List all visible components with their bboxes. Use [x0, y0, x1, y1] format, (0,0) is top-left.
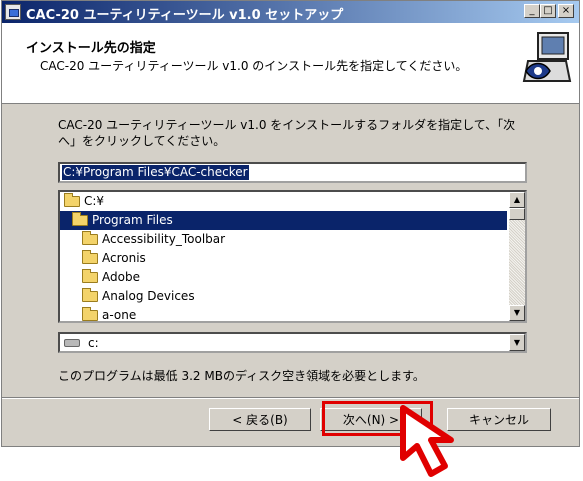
drive-icon: [64, 339, 80, 347]
title-bar[interactable]: CAC-20 ユーティリティーツール v1.0 セットアップ _ □ ×: [2, 1, 579, 23]
folder-icon: [82, 269, 98, 283]
scroll-track[interactable]: [509, 220, 525, 305]
setup-window: CAC-20 ユーティリティーツール v1.0 セットアップ _ □ × インス…: [1, 0, 580, 447]
pointer-arrow-icon: [400, 405, 454, 477]
wizard-header: インストール先の指定 CAC-20 ユーティリティーツール v1.0 のインスト…: [2, 23, 579, 104]
installer-computer-icon: [522, 32, 572, 82]
minimize-button[interactable]: _: [524, 4, 540, 18]
scroll-down-arrow-icon[interactable]: ▼: [509, 305, 525, 321]
scroll-up-arrow-icon[interactable]: ▲: [509, 192, 525, 208]
install-path-value: C:¥Program Files¥CAC-checker: [62, 165, 249, 180]
page-title: インストール先の指定: [26, 41, 156, 56]
folder-open-icon: [64, 193, 80, 207]
install-path-input[interactable]: C:¥Program Files¥CAC-checker: [58, 162, 527, 183]
footer-divider: [2, 397, 579, 399]
folder-list-scrollbar[interactable]: ▲ ▼: [509, 192, 525, 321]
maximize-button[interactable]: □: [540, 4, 556, 18]
folder-icon: [82, 250, 98, 264]
window-title: CAC-20 ユーティリティーツール v1.0 セットアップ: [26, 8, 344, 23]
page-subtitle: CAC-20 ユーティリティーツール v1.0 のインストール先を指定してくださ…: [40, 59, 468, 73]
chevron-down-icon[interactable]: ▼: [509, 334, 525, 351]
close-button[interactable]: ×: [558, 4, 574, 18]
folder-item-selected[interactable]: Program Files: [60, 211, 507, 230]
folder-open-icon: [72, 212, 88, 226]
back-button[interactable]: < 戻る(B): [209, 408, 311, 431]
drive-value: c:: [88, 336, 99, 350]
folder-icon: [82, 288, 98, 302]
setup-app-icon: [5, 4, 21, 20]
scroll-thumb[interactable]: [509, 208, 525, 220]
folder-list[interactable]: C:¥ Program Files Accessibility_Toolbar …: [58, 190, 527, 323]
instructions-text: CAC-20 ユーティリティーツール v1.0 をインストールするフォルダを指定…: [58, 118, 516, 148]
drive-select[interactable]: c: ▼: [58, 332, 527, 353]
disk-space-text: このプログラムは最低 3.2 MBのディスク空き領域を必要とします。: [58, 369, 425, 383]
folder-icon: [82, 307, 98, 321]
folder-icon: [82, 231, 98, 245]
